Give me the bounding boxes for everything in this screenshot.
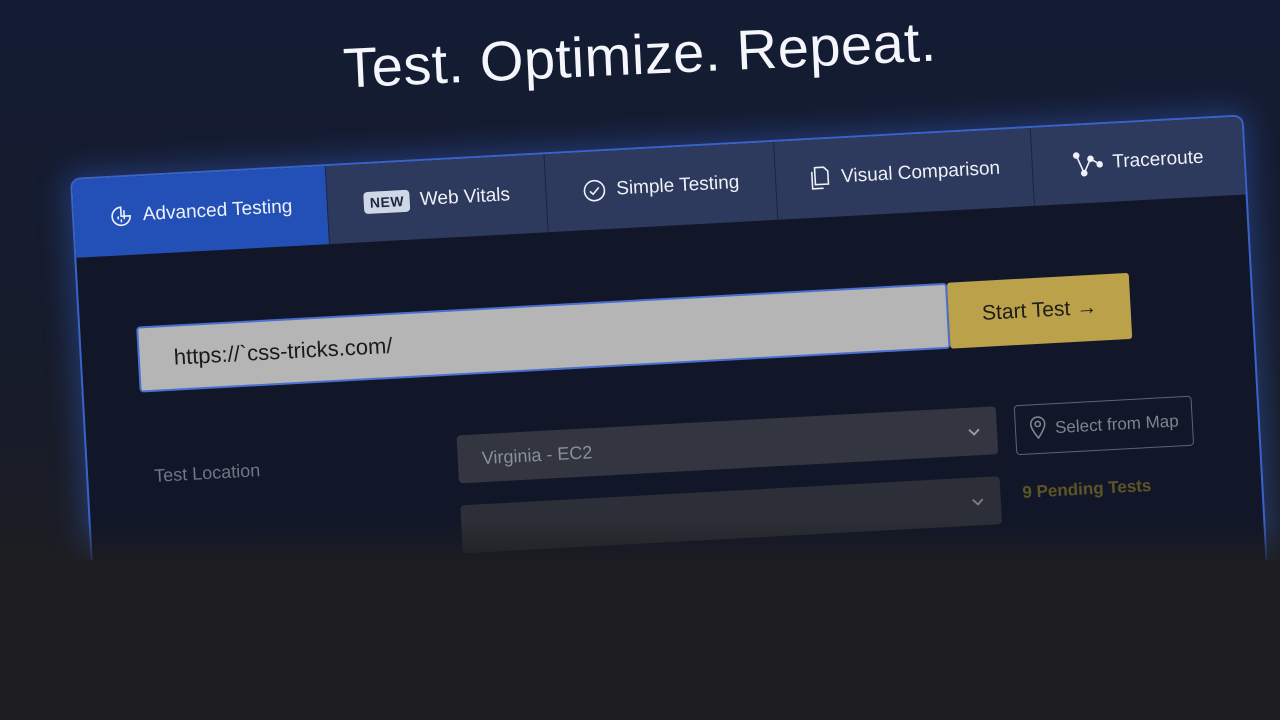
chevron-down-icon (966, 421, 981, 443)
select-from-map-label: Select from Map (1054, 411, 1180, 438)
pending-tests-count: 9 Pending Tests (1021, 475, 1152, 502)
tab-label: Web Vitals (419, 184, 511, 211)
documents-icon (807, 165, 832, 192)
traceroute-icon (1072, 150, 1103, 178)
tab-simple-testing[interactable]: Simple Testing (544, 141, 778, 233)
tab-visual-comparison[interactable]: Visual Comparison (773, 127, 1035, 220)
chevron-down-icon (970, 491, 985, 513)
stage: Advanced Testing NEW Web Vitals Simple T… (0, 0, 1280, 720)
tab-label: Simple Testing (615, 171, 740, 200)
test-location-select[interactable]: Virginia - EC2 (456, 406, 999, 484)
tab-traceroute[interactable]: Traceroute (1030, 117, 1245, 206)
bottom-fade-gradient (0, 520, 1280, 564)
start-test-button[interactable]: Start Test → (946, 272, 1133, 349)
tab-advanced-testing[interactable]: Advanced Testing (72, 166, 331, 258)
url-row: Start Test → (136, 272, 1133, 393)
bottom-fade (0, 560, 1280, 720)
url-input[interactable] (136, 282, 951, 393)
new-badge: NEW (363, 189, 411, 215)
advanced-testing-icon (108, 204, 133, 229)
select-from-map-button[interactable]: Select from Map (1013, 395, 1195, 456)
check-circle-icon (582, 178, 607, 203)
tab-bar: Advanced Testing NEW Web Vitals Simple T… (72, 116, 1246, 258)
map-pin-icon (1028, 414, 1048, 444)
test-location-value: Virginia - EC2 (481, 441, 593, 468)
tab-web-vitals[interactable]: NEW Web Vitals (325, 154, 550, 245)
tab-label: Traceroute (1111, 146, 1205, 173)
tab-label: Visual Comparison (840, 157, 1001, 188)
test-location-label: Test Location (153, 460, 261, 486)
tab-label: Advanced Testing (142, 196, 293, 226)
